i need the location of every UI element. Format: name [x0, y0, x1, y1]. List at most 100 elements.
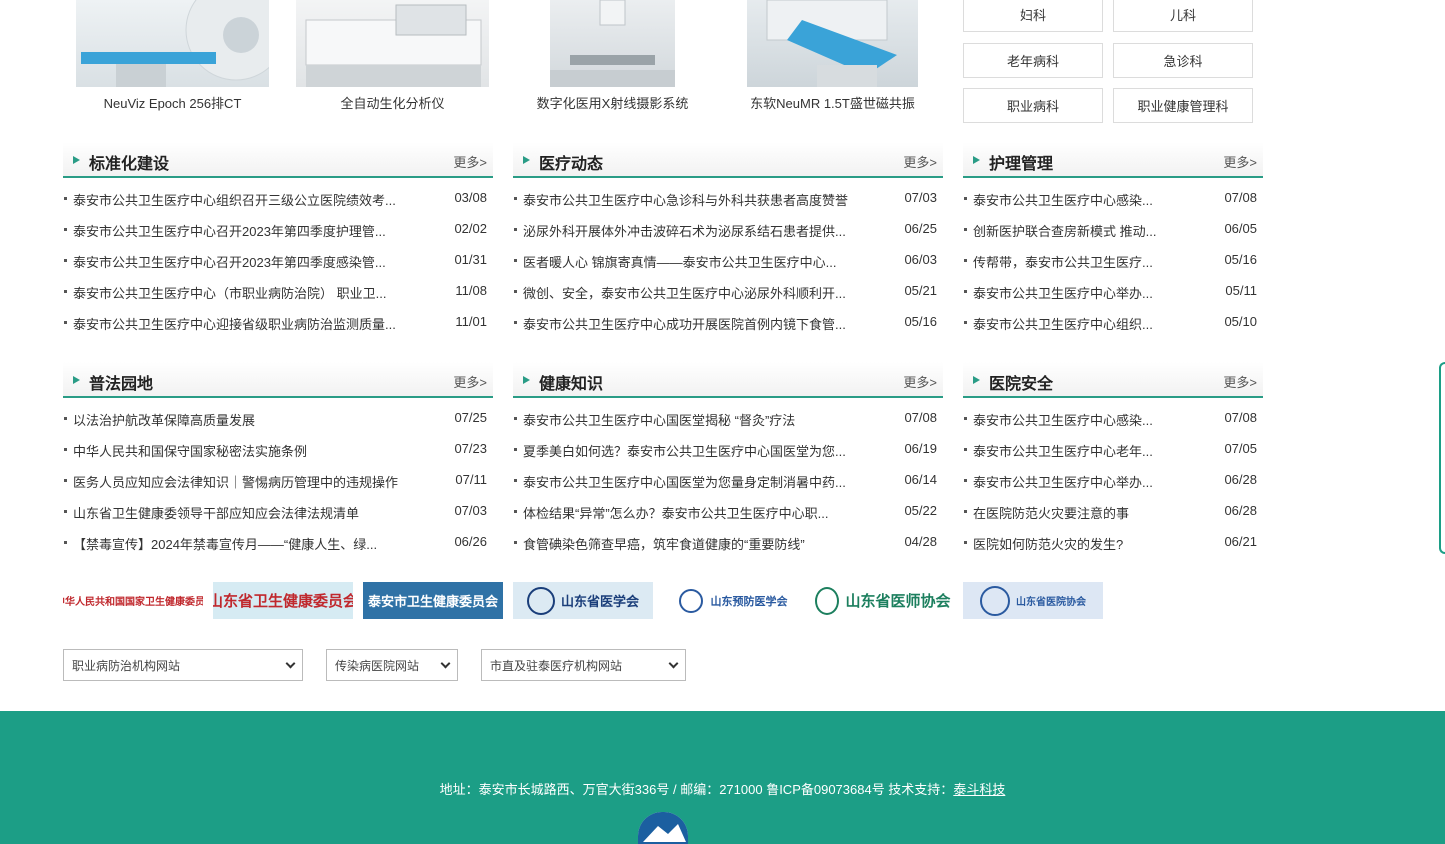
partner-logo-sd-preventive[interactable]: 山东预防医学会 [663, 582, 803, 619]
list-item[interactable]: 泰安市公共卫生医疗中心成功开展医院首例内镜下食管... 05/16 [513, 306, 943, 337]
list-item[interactable]: 医院如何防范火灾的发生? 06/21 [963, 526, 1263, 557]
news-date: 07/08 [1224, 190, 1257, 205]
equipment-item[interactable]: NeuViz Epoch 256排CT [76, 0, 269, 120]
news-title[interactable]: 传帮带，泰安市公共卫生医疗... [973, 252, 1173, 271]
list-item[interactable]: 泰安市公共卫生医疗中心国医堂揭秘 “督灸”疗法 07/08 [513, 402, 943, 433]
bullet-icon [964, 417, 967, 420]
news-title[interactable]: 泰安市公共卫生医疗中心举办... [973, 472, 1173, 491]
list-item[interactable]: 医务人员应知应会法律知识｜警惕病历管理中的违规操作 07/11 [63, 464, 493, 495]
list-item[interactable]: 在医院防范火灾要注意的事 06/28 [963, 495, 1263, 526]
partner-logo-nhc[interactable]: 中华人民共和国国家卫生健康委员会 [63, 582, 203, 619]
more-link[interactable]: 更多> [1223, 372, 1257, 391]
news-title[interactable]: 泰安市公共卫生医疗中心国医堂为您量身定制消暑中药... [523, 472, 878, 491]
dept-button-pediatrics[interactable]: 儿科 [1113, 0, 1253, 32]
news-title[interactable]: 泰安市公共卫生医疗中心举办... [973, 283, 1173, 302]
partner-logo-sd-hospital[interactable]: 山东省医院协会 [963, 582, 1103, 619]
bullet-icon [514, 259, 517, 262]
news-title[interactable]: 在医院防范火灾要注意的事 [973, 503, 1173, 522]
select-infectious-sites[interactable]: 传染病医院网站 [326, 649, 458, 681]
news-title[interactable]: 夏季美白如何选？泰安市公共卫生医疗中心国医堂为您... [523, 441, 878, 460]
list-item[interactable]: 泰安市公共卫生医疗中心国医堂为您量身定制消暑中药... 06/14 [513, 464, 943, 495]
dept-button-occupational-health[interactable]: 职业健康管理科 [1113, 88, 1253, 123]
news-title[interactable]: 中华人民共和国保守国家秘密法实施条例 [73, 441, 433, 460]
news-title[interactable]: 医院如何防范火灾的发生? [973, 534, 1173, 553]
more-link[interactable]: 更多> [903, 152, 937, 171]
xray-photo[interactable] [550, 0, 675, 87]
ct-scanner-photo[interactable] [76, 0, 269, 87]
news-title[interactable]: 医者暖人心 锦旗寄真情——泰安市公共卫生医疗中心... [523, 252, 878, 271]
list-item[interactable]: 泰安市公共卫生医疗中心举办... 05/11 [963, 275, 1263, 306]
select-occupational-sites[interactable]: 职业病防治机构网站 [63, 649, 303, 681]
news-title[interactable]: 以法治护航改革保障高质量发展 [73, 410, 433, 429]
list-item[interactable]: 泰安市公共卫生医疗中心老年... 07/05 [963, 433, 1263, 464]
side-float-tab[interactable] [1439, 362, 1445, 554]
partner-logo-sd-physician[interactable]: 山东省医师协会 [813, 582, 953, 619]
partner-logo-ta-health[interactable]: 泰安市卫生健康委员会 [363, 582, 503, 619]
partner-logo-sd-health[interactable]: 山东省卫生健康委员会 [213, 582, 353, 619]
more-link[interactable]: 更多> [453, 372, 487, 391]
list-item[interactable]: 泰安市公共卫生医疗中心急诊科与外科共获患者高度赞誉 07/03 [513, 182, 943, 213]
news-title[interactable]: 医务人员应知应会法律知识｜警惕病历管理中的违规操作 [73, 472, 433, 491]
news-date: 05/11 [1225, 283, 1257, 298]
news-title[interactable]: 泰安市公共卫生医疗中心迎接省级职业病防治监测质量... [73, 314, 433, 333]
equipment-item[interactable]: 东软NeuMR 1.5T盛世磁共振 [747, 0, 918, 120]
news-title[interactable]: 泰安市公共卫生医疗中心国医堂揭秘 “督灸”疗法 [523, 410, 878, 429]
news-title[interactable]: 泰安市公共卫生医疗中心感染... [973, 190, 1173, 209]
equipment-caption[interactable]: 东软NeuMR 1.5T盛世磁共振 [727, 93, 938, 112]
list-item[interactable]: 泰安市公共卫生医疗中心组织召开三级公立医院绩效考... 03/08 [63, 182, 493, 213]
equipment-caption[interactable]: 全自动生化分析仪 [276, 93, 509, 112]
list-item[interactable]: 泰安市公共卫生医疗中心召开2023年第四季度感染管... 01/31 [63, 244, 493, 275]
news-title[interactable]: 山东省卫生健康委领导干部应知应会法律法规清单 [73, 503, 433, 522]
list-item[interactable]: 中华人民共和国保守国家秘密法实施条例 07/23 [63, 433, 493, 464]
list-item[interactable]: 以法治护航改革保障高质量发展 07/25 [63, 402, 493, 433]
list-item[interactable]: 食管碘染色筛查早癌，筑牢食道健康的“重要防线” 04/28 [513, 526, 943, 557]
list-item[interactable]: 泌尿外科开展体外冲击波碎石术为泌尿系结石患者提供... 06/25 [513, 213, 943, 244]
list-item[interactable]: 泰安市公共卫生医疗中心组织... 05/10 [963, 306, 1263, 337]
dept-button-emergency[interactable]: 急诊科 [1113, 43, 1253, 78]
dept-button-geriatrics[interactable]: 老年病科 [963, 43, 1103, 78]
list-item[interactable]: 泰安市公共卫生医疗中心感染... 07/08 [963, 402, 1263, 433]
more-link[interactable]: 更多> [903, 372, 937, 391]
news-title[interactable]: 泰安市公共卫生医疗中心组织召开三级公立医院绩效考... [73, 190, 433, 209]
news-title[interactable]: 体检结果“异常”怎么办？泰安市公共卫生医疗中心职... [523, 503, 878, 522]
more-link[interactable]: 更多> [453, 152, 487, 171]
equipment-item[interactable]: 数字化医用X射线摄影系统 [537, 0, 688, 120]
list-item[interactable]: 传帮带，泰安市公共卫生医疗... 05/16 [963, 244, 1263, 275]
more-link[interactable]: 更多> [1223, 152, 1257, 171]
news-title[interactable]: 食管碘染色筛查早癌，筑牢食道健康的“重要防线” [523, 534, 878, 553]
mri-photo[interactable] [747, 0, 918, 87]
equipment-caption[interactable]: NeuViz Epoch 256排CT [56, 93, 289, 112]
news-title[interactable]: 泌尿外科开展体外冲击波碎石术为泌尿系结石患者提供... [523, 221, 878, 240]
list-item[interactable]: 泰安市公共卫生医疗中心感染... 07/08 [963, 182, 1263, 213]
dept-button-occupational[interactable]: 职业病科 [963, 88, 1103, 123]
list-item[interactable]: 泰安市公共卫生医疗中心（市职业病防治院） 职业卫... 11/08 [63, 275, 493, 306]
list-item[interactable]: 泰安市公共卫生医疗中心召开2023年第四季度护理管... 02/02 [63, 213, 493, 244]
news-title[interactable]: 泰安市公共卫生医疗中心召开2023年第四季度感染管... [73, 252, 433, 271]
list-item[interactable]: 创新医护联合查房新模式 推动... 06/05 [963, 213, 1263, 244]
list-item[interactable]: 夏季美白如何选？泰安市公共卫生医疗中心国医堂为您... 06/19 [513, 433, 943, 464]
news-title[interactable]: 泰安市公共卫生医疗中心老年... [973, 441, 1173, 460]
news-title[interactable]: 泰安市公共卫生医疗中心组织... [973, 314, 1173, 333]
list-item[interactable]: 体检结果“异常”怎么办？泰安市公共卫生医疗中心职... 05/22 [513, 495, 943, 526]
news-title[interactable]: 泰安市公共卫生医疗中心召开2023年第四季度护理管... [73, 221, 433, 240]
news-title[interactable]: 微创、安全，泰安市公共卫生医疗中心泌尿外科顺利开... [523, 283, 878, 302]
news-title[interactable]: 泰安市公共卫生医疗中心成功开展医院首例内镜下食管... [523, 314, 878, 333]
news-title[interactable]: 泰安市公共卫生医疗中心（市职业病防治院） 职业卫... [73, 283, 433, 302]
tech-support-link[interactable]: 泰斗科技 [953, 782, 1005, 797]
list-item[interactable]: 山东省卫生健康委领导干部应知应会法律法规清单 07/03 [63, 495, 493, 526]
equipment-item[interactable]: 全自动生化分析仪 [296, 0, 489, 120]
news-title[interactable]: 【禁毒宣传】2024年禁毒宣传月——“健康人生、绿... [73, 534, 433, 553]
select-municipal-sites[interactable]: 市直及驻泰医疗机构网站 [481, 649, 686, 681]
analyzer-photo[interactable] [296, 0, 489, 87]
list-item[interactable]: 微创、安全，泰安市公共卫生医疗中心泌尿外科顺利开... 05/21 [513, 275, 943, 306]
news-title[interactable]: 泰安市公共卫生医疗中心感染... [973, 410, 1173, 429]
partner-logo-sd-medical[interactable]: 山东省医学会 [513, 582, 653, 619]
dept-button-gynecology[interactable]: 妇科 [963, 0, 1103, 32]
equipment-caption[interactable]: 数字化医用X射线摄影系统 [530, 93, 695, 112]
list-item[interactable]: 医者暖人心 锦旗寄真情——泰安市公共卫生医疗中心... 06/03 [513, 244, 943, 275]
news-title[interactable]: 泰安市公共卫生医疗中心急诊科与外科共获患者高度赞誉 [523, 190, 878, 209]
list-item[interactable]: 泰安市公共卫生医疗中心举办... 06/28 [963, 464, 1263, 495]
list-item[interactable]: 【禁毒宣传】2024年禁毒宣传月——“健康人生、绿... 06/26 [63, 526, 493, 557]
list-item[interactable]: 泰安市公共卫生医疗中心迎接省级职业病防治监测质量... 11/01 [63, 306, 493, 337]
news-title[interactable]: 创新医护联合查房新模式 推动... [973, 221, 1173, 240]
